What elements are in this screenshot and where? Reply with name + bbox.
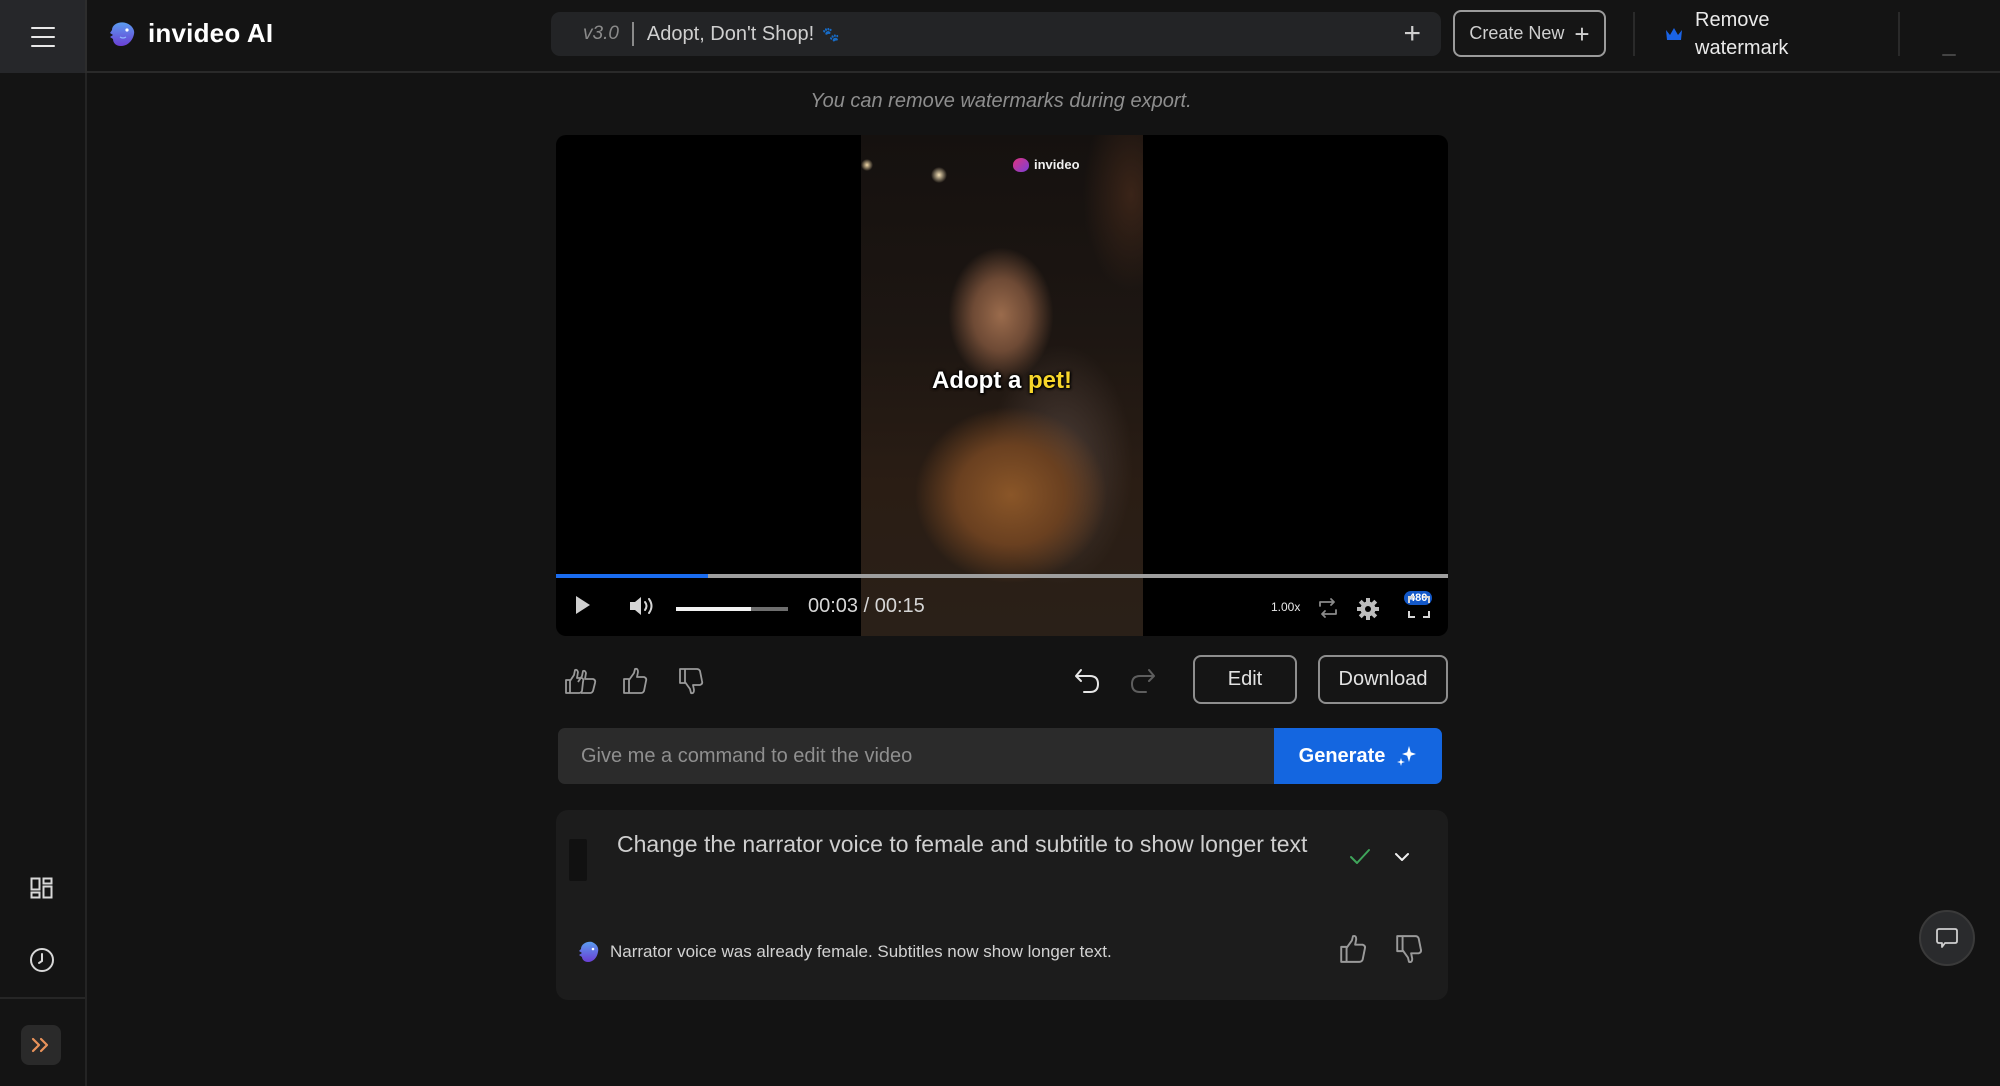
thumbs-down-icon: [679, 668, 704, 695]
playback-speed-button[interactable]: 1.00x: [1271, 600, 1300, 614]
love-it-button[interactable]: [564, 665, 598, 697]
app-root: invideo AI v3.0 Adopt, Don't Shop! 🐾 + C…: [0, 0, 2000, 1086]
loop-button[interactable]: [1316, 597, 1340, 619]
fullscreen-button[interactable]: [1408, 596, 1430, 618]
generate-button[interactable]: Generate: [1274, 728, 1442, 784]
ai-reply-text: Narrator voice was already female. Subti…: [610, 942, 1112, 961]
redo-icon: [1131, 669, 1155, 693]
edit-history-card: Change the narrator voice to female and …: [556, 810, 1448, 1000]
support-chat-button[interactable]: [1919, 910, 1975, 966]
edit-command-input[interactable]: [558, 728, 1274, 784]
chevron-down-icon: [1395, 853, 1409, 861]
settings-button[interactable]: [1356, 597, 1380, 621]
video-caption: Adopt a pet!: [861, 367, 1143, 395]
remove-watermark-button[interactable]: Remove watermark: [1665, 6, 1805, 62]
header-divider: [1633, 12, 1635, 56]
history-prompt: Change the narrator voice to female and …: [617, 831, 1308, 857]
reply-thumbs-down-button[interactable]: [1394, 934, 1424, 969]
player-controls: 00:03 / 00:15 1.00x 480: [556, 578, 1448, 636]
sidebar-item-templates[interactable]: [27, 873, 57, 903]
mute-button[interactable]: [628, 594, 658, 618]
app-logo[interactable]: invideo AI: [108, 18, 273, 49]
volume-slider-level: [676, 607, 752, 611]
double-thumbs-up-icon: [565, 668, 597, 694]
remove-watermark-label: Remove watermark: [1695, 9, 1789, 59]
top-header: invideo AI v3.0 Adopt, Don't Shop! 🐾 + C…: [0, 0, 2000, 73]
thumbs-up-button[interactable]: [618, 665, 652, 697]
fullscreen-icon: [1408, 596, 1430, 618]
redo-button[interactable]: [1126, 665, 1160, 697]
hamburger-icon: [30, 26, 55, 47]
volume-slider[interactable]: [676, 607, 788, 611]
crown-icon: [1666, 28, 1682, 40]
play-button[interactable]: [574, 594, 592, 616]
watermark-text: invideo: [1034, 157, 1080, 172]
video-watermark: invideo: [1013, 157, 1080, 172]
gear-icon: [1357, 598, 1379, 620]
chat-bubble-icon: [1936, 928, 1958, 948]
ai-reply: Narrator voice was already female. Subti…: [578, 940, 1112, 964]
play-icon: [576, 596, 590, 614]
invideo-logo-icon: [110, 21, 135, 46]
edit-button-label: Edit: [1227, 668, 1263, 690]
video-actions-row: Edit Download: [556, 655, 1448, 705]
edit-command-bar: Generate: [558, 728, 1442, 784]
watermark-hint: You can remove watermarks during export.: [810, 90, 1192, 112]
hamburger-menu-button[interactable]: [0, 0, 87, 73]
double-chevron-right-icon: [31, 1037, 49, 1053]
project-title[interactable]: Adopt, Don't Shop!: [647, 23, 814, 46]
user-avatar[interactable]: [1942, 54, 1956, 56]
left-sidebar: [0, 73, 87, 1086]
thumbs-down-icon: [1396, 935, 1423, 964]
undo-button[interactable]: [1070, 665, 1104, 697]
expand-history-button[interactable]: [1394, 850, 1410, 868]
plus-icon: +: [1574, 18, 1590, 49]
reply-thumbs-up-button[interactable]: [1338, 934, 1368, 969]
caption-main: Adopt a: [932, 367, 1028, 394]
header-divider: [1898, 12, 1900, 56]
create-new-button[interactable]: Create New +: [1453, 10, 1606, 57]
version-label: v3.0: [583, 23, 619, 44]
sidebar-divider: [0, 997, 85, 999]
project-title-bar[interactable]: v3.0 Adopt, Don't Shop! 🐾 +: [551, 12, 1441, 56]
undo-icon: [1075, 669, 1099, 693]
expand-sidebar-button[interactable]: [21, 1025, 61, 1065]
title-divider: [631, 22, 634, 46]
success-check-icon: [1349, 848, 1371, 871]
watermark-logo-icon: [1013, 157, 1029, 172]
download-button[interactable]: Download: [1318, 655, 1448, 704]
thumbs-up-icon: [1340, 934, 1367, 963]
create-new-label: Create New: [1469, 23, 1565, 43]
sparkle-icon: [1397, 746, 1417, 766]
add-version-plus-icon[interactable]: +: [1403, 19, 1421, 49]
app-name: invideo AI: [148, 18, 274, 48]
caption-highlight: pet!: [1028, 367, 1072, 394]
video-frame[interactable]: invideo Adopt a pet!: [861, 135, 1143, 636]
thumbs-up-icon: [623, 667, 648, 694]
volume-icon: [630, 597, 653, 615]
sidebar-item-history[interactable]: [27, 945, 57, 975]
generate-button-label: Generate: [1298, 744, 1386, 767]
time-display: 00:03 / 00:15: [808, 595, 925, 617]
paw-icon: 🐾: [822, 25, 840, 42]
grid-layout-icon: [30, 877, 53, 899]
video-player[interactable]: invideo Adopt a pet! 00:03 / 00:15 1.00x…: [556, 135, 1448, 636]
edit-button[interactable]: Edit: [1193, 655, 1297, 704]
loop-icon: [1319, 598, 1337, 618]
thumbs-down-button[interactable]: [674, 665, 708, 697]
download-button-label: Download: [1338, 668, 1428, 690]
history-thumbnail: [569, 839, 587, 881]
ai-avatar-icon: [579, 941, 599, 962]
clock-icon: [30, 948, 54, 972]
